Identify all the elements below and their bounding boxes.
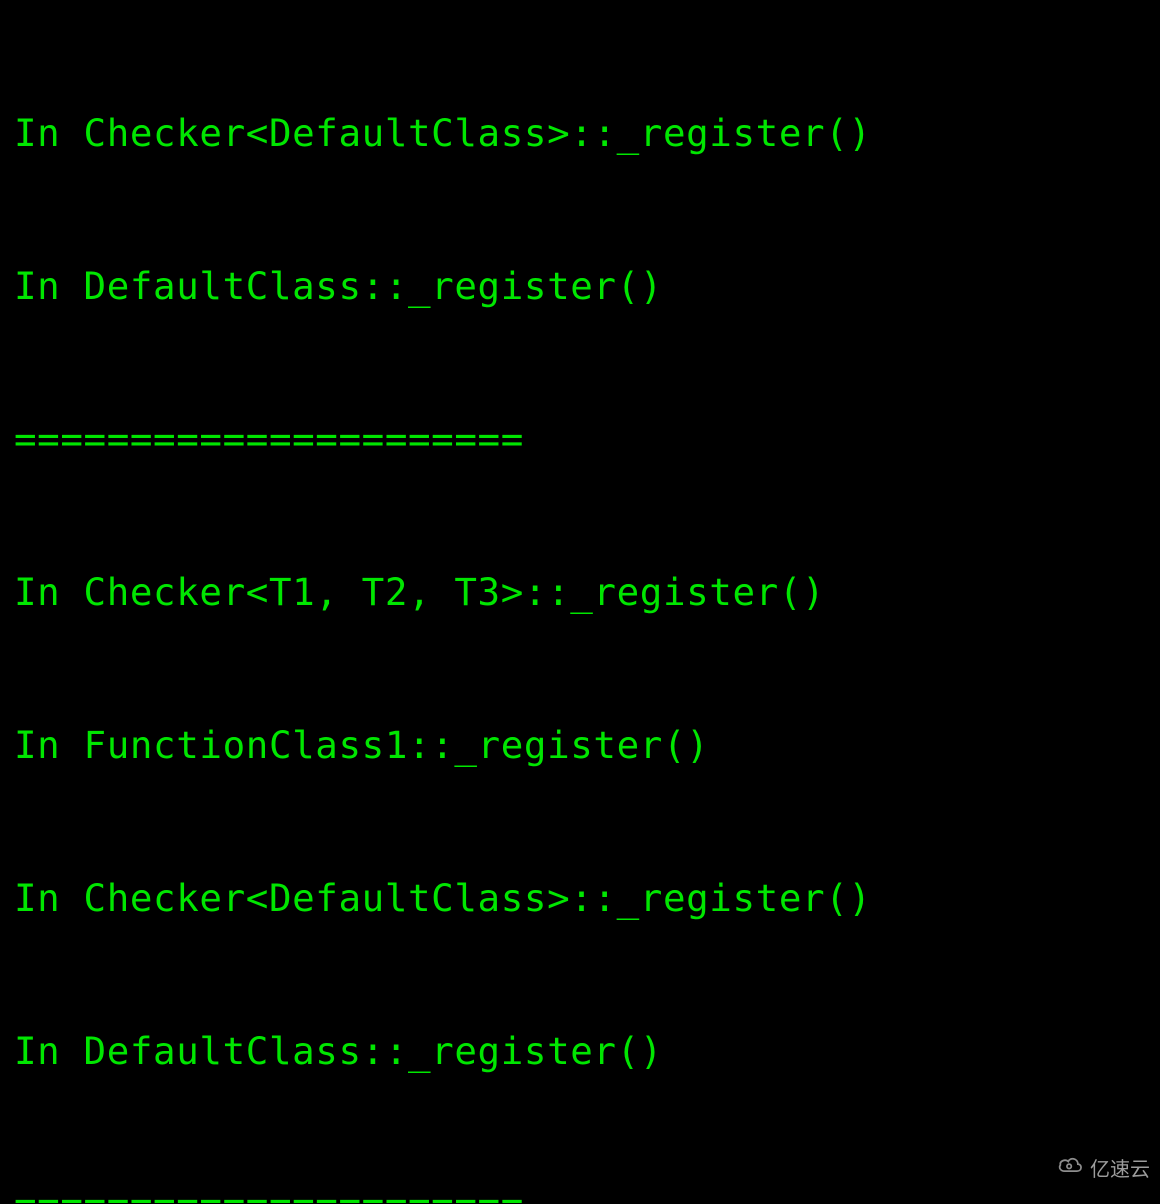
output-line: ====================== [14,1179,1146,1204]
output-line: In DefaultClass::_register() [14,261,1146,312]
terminal-output: In Checker<DefaultClass>::_register() In… [0,0,1160,1204]
output-line: ====================== [14,414,1146,465]
output-line: In Checker<T1, T2, T3>::_register() [14,567,1146,618]
watermark-text: 亿速云 [1090,1145,1150,1196]
output-line: In Checker<DefaultClass>::_register() [14,873,1146,924]
watermark: 亿速云 [1056,1145,1150,1196]
cloud-icon [1056,1145,1084,1196]
output-line: In DefaultClass::_register() [14,1026,1146,1077]
output-line: In FunctionClass1::_register() [14,720,1146,771]
output-line: In Checker<DefaultClass>::_register() [14,108,1146,159]
